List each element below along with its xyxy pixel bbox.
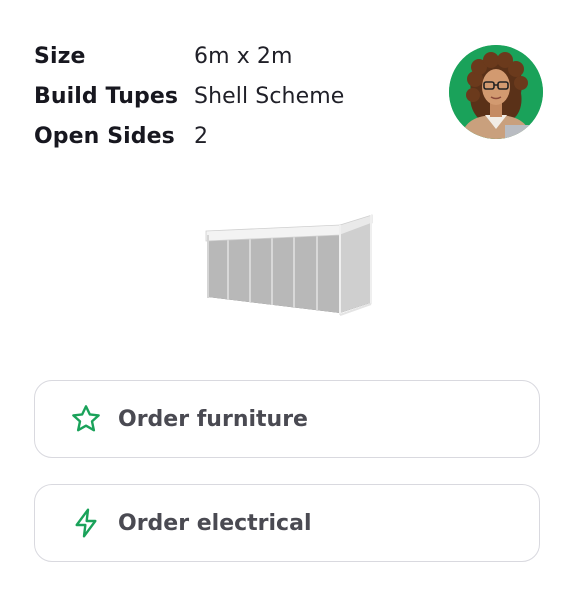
order-electrical-label: Order electrical: [118, 510, 312, 536]
size-value: 6m x 2m: [194, 43, 293, 69]
booth-specs: Size 6m x 2m Build Tupes Shell Scheme Op…: [34, 36, 344, 156]
build-type-label: Build Tupes: [34, 83, 179, 109]
order-furniture-button[interactable]: Order furniture: [34, 380, 540, 458]
order-electrical-button[interactable]: Order electrical: [34, 484, 540, 562]
spec-row-open-sides: Open Sides 2: [34, 116, 344, 156]
booth-image: [200, 205, 375, 330]
spec-row-size: Size 6m x 2m: [34, 36, 344, 76]
open-sides-value: 2: [194, 123, 209, 149]
shell-scheme-booth-icon: [205, 214, 373, 316]
star-icon: [69, 402, 103, 436]
open-sides-label: Open Sides: [34, 123, 175, 149]
lightning-icon: [69, 506, 103, 540]
spec-row-build-type: Build Tupes Shell Scheme: [34, 76, 344, 116]
order-furniture-label: Order furniture: [118, 406, 308, 432]
booth-details-card: Size 6m x 2m Build Tupes Shell Scheme Op…: [0, 0, 576, 600]
user-avatar-icon: [449, 45, 543, 139]
build-type-value: Shell Scheme: [194, 83, 345, 109]
avatar[interactable]: [449, 45, 543, 139]
size-label: Size: [34, 43, 86, 69]
